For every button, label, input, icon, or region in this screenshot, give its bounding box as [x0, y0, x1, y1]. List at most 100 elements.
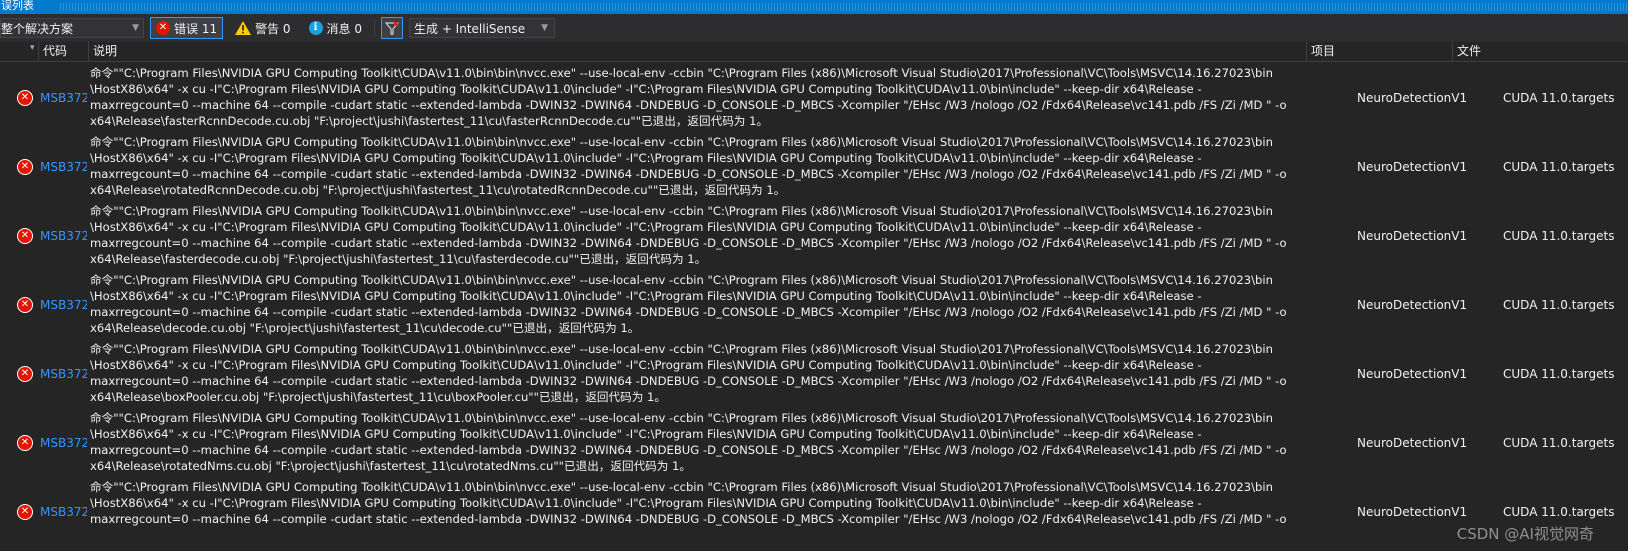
error-code-link[interactable]: MSB3721 — [40, 228, 87, 244]
column-header-description-label: 说明 — [93, 44, 118, 58]
description-line: \HostX86\x64" -x cu -I"C:\Program Files\… — [90, 220, 1202, 234]
error-project: NeuroDetectionV1 — [1357, 367, 1468, 381]
table-row[interactable]: ✕ MSB3721命令""C:\Program Files\NVIDIA GPU … — [0, 201, 1628, 270]
scope-dropdown[interactable]: 整个解决方案 ▼ — [0, 18, 144, 38]
description-line: 命令""C:\Program Files\NVIDIA GPU Computin… — [90, 342, 1273, 356]
messages-filter-label: 消息 0 — [326, 21, 362, 36]
error-description: 命令""C:\Program Files\NVIDIA GPU Computin… — [90, 341, 1298, 405]
error-code-link[interactable]: MSB3721 — [40, 435, 87, 451]
description-line: 命令""C:\Program Files\NVIDIA GPU Computin… — [90, 480, 1273, 494]
toolbar-separator — [374, 19, 375, 37]
watermark: CSDN @AI视觉网奇 — [1456, 525, 1594, 543]
error-project: NeuroDetectionV1 — [1357, 436, 1468, 450]
error-description: 命令""C:\Program Files\NVIDIA GPU Computin… — [90, 65, 1298, 129]
description-line: \HostX86\x64" -x cu -I"C:\Program Files\… — [90, 496, 1202, 510]
error-file: CUDA 11.0.targets — [1503, 229, 1615, 243]
error-description: 命令""C:\Program Files\NVIDIA GPU Computin… — [90, 203, 1298, 267]
filter-icon — [385, 21, 399, 35]
description-line: \HostX86\x64" -x cu -I"C:\Program Files\… — [90, 358, 1202, 372]
description-line: 命令""C:\Program Files\NVIDIA GPU Computin… — [90, 411, 1273, 425]
table-row[interactable]: ✕ MSB3721命令""C:\Program Files\NVIDIA GPU … — [0, 408, 1628, 477]
error-code-link[interactable]: MSB3721 — [40, 159, 87, 175]
errors-filter-label: 错误 11 — [174, 21, 218, 36]
sort-indicator-icon: ▾ — [30, 43, 35, 53]
error-circle-icon: ✕ — [17, 159, 33, 175]
error-project: NeuroDetectionV1 — [1357, 298, 1468, 312]
table-row[interactable]: ✕ MSB3721命令""C:\Program Files\NVIDIA GPU … — [0, 477, 1628, 546]
column-header-file-label: 文件 — [1457, 44, 1482, 58]
description-line: maxrregcount=0 --machine 64 --compile -c… — [90, 305, 1287, 319]
error-circle-icon: ✕ — [17, 228, 33, 244]
description-line: x64\Release\decode.cu.obj "F:\project\ju… — [90, 321, 640, 335]
description-line: 命令""C:\Program Files\NVIDIA GPU Computin… — [90, 135, 1273, 149]
error-project: NeuroDetectionV1 — [1357, 229, 1468, 243]
error-file: CUDA 11.0.targets — [1503, 436, 1615, 450]
error-code-link[interactable]: MSB3721 — [40, 366, 87, 382]
column-header-project-label: 项目 — [1311, 44, 1336, 58]
error-file: CUDA 11.0.targets — [1503, 160, 1615, 174]
error-circle-icon: ✕ — [17, 366, 33, 382]
error-list-toolbar: 整个解决方案 ▼ ✕ 错误 11 警告 0 i 消息 0 生成 + Intell… — [0, 14, 1628, 42]
description-line: maxrregcount=0 --machine 64 --compile -c… — [90, 98, 1287, 112]
error-file: CUDA 11.0.targets — [1503, 505, 1615, 519]
table-row[interactable]: ✕ MSB3721命令""C:\Program Files\NVIDIA GPU … — [0, 270, 1628, 339]
error-circle-icon: ✕ — [17, 435, 33, 451]
column-header-file[interactable]: 文件 — [1452, 42, 1628, 61]
error-circle-icon: ✕ — [17, 90, 33, 106]
column-header-code-label: 代码 — [43, 44, 68, 58]
description-line: \HostX86\x64" -x cu -I"C:\Program Files\… — [90, 427, 1202, 441]
description-line: \HostX86\x64" -x cu -I"C:\Program Files\… — [90, 289, 1202, 303]
chevron-down-icon: ▼ — [541, 23, 548, 33]
description-line: \HostX86\x64" -x cu -I"C:\Program Files\… — [90, 82, 1202, 96]
description-line: maxrregcount=0 --machine 64 --compile -c… — [90, 374, 1287, 388]
description-line: maxrregcount=0 --machine 64 --compile -c… — [90, 167, 1287, 181]
warnings-filter-button[interactable]: 警告 0 — [229, 17, 296, 39]
description-line: maxrregcount=0 --machine 64 --compile -c… — [90, 236, 1287, 250]
table-row[interactable]: ✕ MSB3721命令""C:\Program Files\NVIDIA GPU … — [0, 339, 1628, 408]
description-line: maxrregcount=0 --machine 64 --compile -c… — [90, 512, 1287, 526]
warning-triangle-icon — [235, 21, 252, 35]
description-line: x64\Release\boxPooler.cu.obj "F:\project… — [90, 390, 666, 404]
warnings-filter-label: 警告 0 — [255, 21, 291, 36]
info-circle-icon: i — [308, 21, 323, 35]
column-header-row: ▾ 代码 说明 项目 文件 — [0, 42, 1628, 62]
chevron-down-icon: ▼ — [132, 23, 139, 33]
description-line: 命令""C:\Program Files\NVIDIA GPU Computin… — [90, 204, 1273, 218]
column-header-code[interactable]: 代码 — [38, 42, 88, 61]
description-line: \HostX86\x64" -x cu -I"C:\Program Files\… — [90, 151, 1202, 165]
scope-dropdown-value: 整个解决方案 — [1, 21, 74, 36]
error-file: CUDA 11.0.targets — [1503, 298, 1615, 312]
error-file: CUDA 11.0.targets — [1503, 367, 1615, 381]
filter-toggle-button[interactable] — [381, 17, 403, 39]
error-circle-icon: ✕ — [17, 297, 33, 313]
table-row[interactable]: ✕ MSB3721命令""C:\Program Files\NVIDIA GPU … — [0, 132, 1628, 201]
column-header-description[interactable]: 说明 — [88, 42, 1306, 61]
error-code-link[interactable]: MSB3721 — [40, 90, 87, 106]
description-line: 命令""C:\Program Files\NVIDIA GPU Computin… — [90, 66, 1273, 80]
description-line: x64\Release\fasterdecode.cu.obj "F:\proj… — [90, 252, 707, 266]
error-project: NeuroDetectionV1 — [1357, 91, 1468, 105]
messages-filter-button[interactable]: i 消息 0 — [303, 17, 368, 39]
error-description: 命令""C:\Program Files\NVIDIA GPU Computin… — [90, 134, 1298, 198]
error-code-link[interactable]: MSB3721 — [40, 297, 87, 313]
build-source-value: 生成 + IntelliSense — [414, 21, 526, 36]
description-line: x64\Release\rotatedNms.cu.obj "F:\projec… — [90, 459, 692, 473]
description-line: 命令""C:\Program Files\NVIDIA GPU Computin… — [90, 273, 1273, 287]
error-description: 命令""C:\Program Files\NVIDIA GPU Computin… — [90, 479, 1298, 527]
errors-filter-button[interactable]: ✕ 错误 11 — [150, 17, 224, 39]
error-project: NeuroDetectionV1 — [1357, 505, 1468, 519]
build-source-dropdown[interactable]: 生成 + IntelliSense ▼ — [409, 18, 555, 38]
error-circle-icon: ✕ — [17, 504, 33, 520]
error-project: NeuroDetectionV1 — [1357, 160, 1468, 174]
column-header-project[interactable]: 项目 — [1306, 42, 1452, 61]
panel-title: 误列表 — [1, 0, 34, 12]
table-row[interactable]: ✕ MSB3721命令""C:\Program Files\NVIDIA GPU … — [0, 63, 1628, 132]
error-file: CUDA 11.0.targets — [1503, 91, 1615, 105]
panel-title-bar[interactable]: 误列表 — [0, 0, 1628, 14]
description-line: x64\Release\fasterRcnnDecode.cu.obj "F:\… — [90, 114, 769, 128]
error-code-link[interactable]: MSB3721 — [40, 504, 87, 520]
error-circle-icon: ✕ — [156, 21, 170, 35]
description-line: x64\Release\rotatedRcnnDecode.cu.obj "F:… — [90, 183, 786, 197]
description-line: maxrregcount=0 --machine 64 --compile -c… — [90, 443, 1287, 457]
title-grip — [60, 3, 1628, 11]
